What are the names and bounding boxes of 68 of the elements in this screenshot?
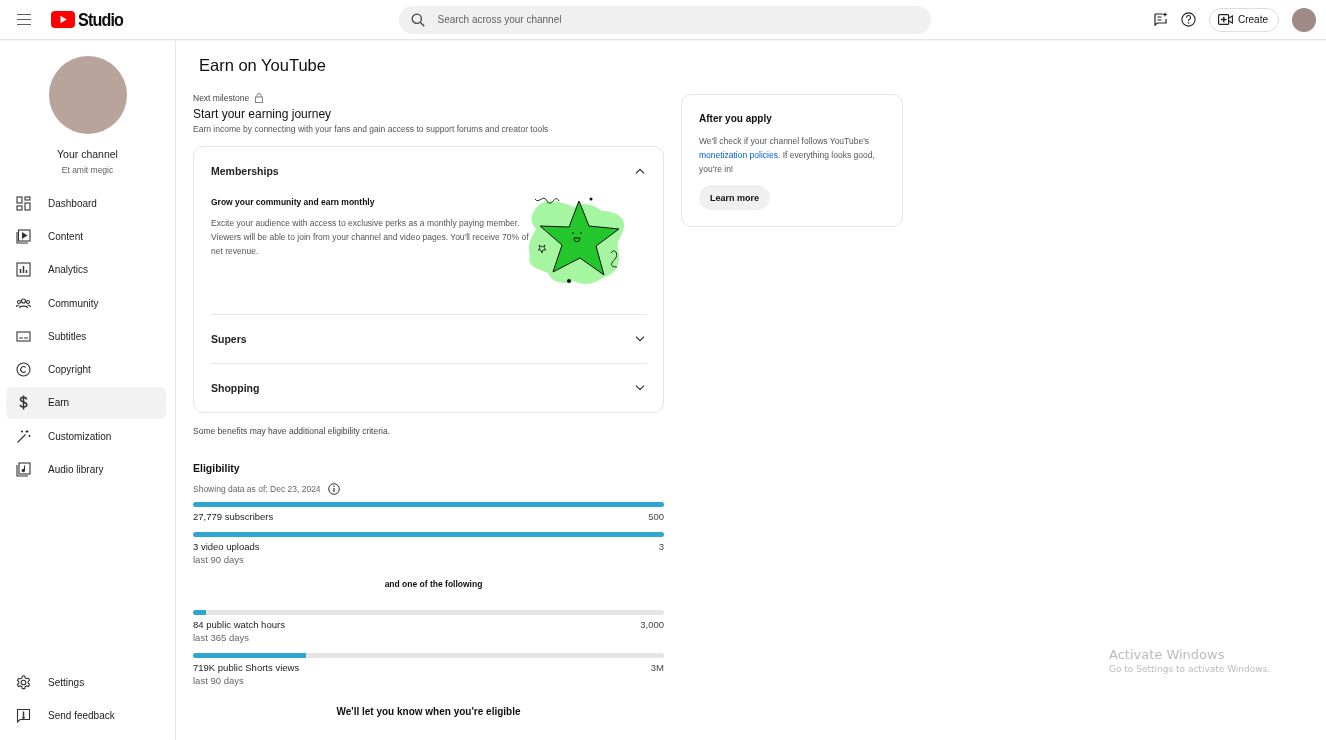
policy-link[interactable]: monetization policies (699, 150, 778, 160)
eligibility-note: Some benefits may have additional eligibility criteria. (193, 426, 391, 436)
sidebar-item[interactable]: Analytics (6, 253, 166, 286)
page-title: Earn on YouTube (199, 56, 327, 75)
lock-icon (255, 93, 264, 103)
accordion-header[interactable]: Supers (211, 315, 647, 363)
eligibility-title: Eligibility (193, 462, 241, 474)
activation-title: Activate Windows (1109, 647, 1226, 662)
sidebar-item[interactable]: Content (6, 220, 166, 253)
sidebar-item[interactable]: Earn (6, 386, 166, 420)
copyright-icon (16, 362, 31, 378)
subtitles-icon (16, 328, 31, 344)
settings-icon (16, 675, 31, 691)
search-field[interactable]: Search across your channel (399, 5, 932, 34)
feedback-sparkle-icon[interactable] (1153, 12, 1168, 27)
requirement-period: last 90 days (193, 554, 245, 565)
play-logo-icon (51, 11, 75, 28)
learn-more-button[interactable]: Learn more (699, 185, 771, 210)
eligibility-message: We'll let you know when you're eligible (335, 706, 522, 717)
requirement-period: last 90 days (193, 675, 245, 686)
requirement-period: last 365 days (193, 632, 250, 643)
requirement-target: 3 (658, 541, 664, 552)
sidebar-item[interactable]: Copyright (6, 353, 166, 386)
requirement-label: 719K public Shorts views (193, 662, 300, 673)
requirement-label: 27,779 subscribers (193, 511, 274, 522)
video-add-icon (1217, 14, 1233, 25)
section-heading: Start your earning journey (193, 107, 333, 121)
menu-icon[interactable] (17, 14, 31, 25)
card-text: We'll check if your channel follows YouTube's monetization policies. If everything looks good, you're in! (699, 135, 876, 176)
analytics-icon (16, 262, 31, 278)
accordion-header[interactable]: Memberships (211, 147, 647, 195)
channel-name: Et amit megic (61, 165, 114, 175)
data-date: Showing data as of: Dec 23, 2024 (193, 484, 321, 494)
create-button[interactable]: Create (1208, 7, 1279, 32)
logo-text: Studio (78, 8, 124, 31)
customization-icon (16, 428, 31, 444)
chevron-icon (635, 336, 645, 342)
account-avatar[interactable] (1292, 7, 1316, 32)
sidebar-item[interactable]: Dashboard (6, 187, 166, 220)
benefit-subtitle: Grow your community and earn monthly (211, 197, 376, 207)
milestone-label: Next milestone (193, 93, 250, 103)
feedback-icon (16, 708, 31, 724)
help-icon[interactable] (1180, 12, 1196, 27)
requirement-target: 3,000 (640, 619, 664, 630)
card-title: After you apply (699, 113, 773, 124)
sidebar-item[interactable]: Customization (6, 420, 166, 453)
chevron-icon (635, 168, 645, 174)
sidebar-item[interactable]: Subtitles (6, 320, 166, 353)
dashboard-icon (16, 195, 31, 211)
requirement-target: 3M (650, 662, 664, 673)
sidebar-item[interactable]: Audio library (6, 453, 166, 486)
accordion-header[interactable]: Shopping (211, 364, 647, 412)
connector-text: and one of the following (383, 579, 484, 589)
channel-title: Your channel (57, 148, 118, 160)
content-icon (16, 228, 31, 244)
community-icon (16, 295, 31, 311)
requirement-target: 500 (648, 511, 664, 522)
sidebar-item[interactable]: Community (6, 286, 166, 320)
requirement-label: 3 video uploads (193, 541, 260, 552)
info-icon[interactable] (327, 483, 340, 495)
activation-text: Go to Settings to activate Windows. (1109, 664, 1271, 674)
benefit-description: Excite your audience with access to exclusive perks as a monthly paying member. Viewers will be able to join from your channel and video pages. You'll receive 70% of net revenue. (211, 217, 529, 258)
sidebar-item[interactable]: Settings (6, 666, 166, 699)
sidebar-item[interactable]: Send feedback (6, 699, 166, 732)
section-subheading: Earn income by connecting with your fans and gain access to support forums and creator tools (193, 124, 550, 134)
audio-icon (16, 462, 31, 477)
requirement-label: 84 public watch hours (193, 619, 285, 630)
chevron-icon (635, 385, 645, 391)
